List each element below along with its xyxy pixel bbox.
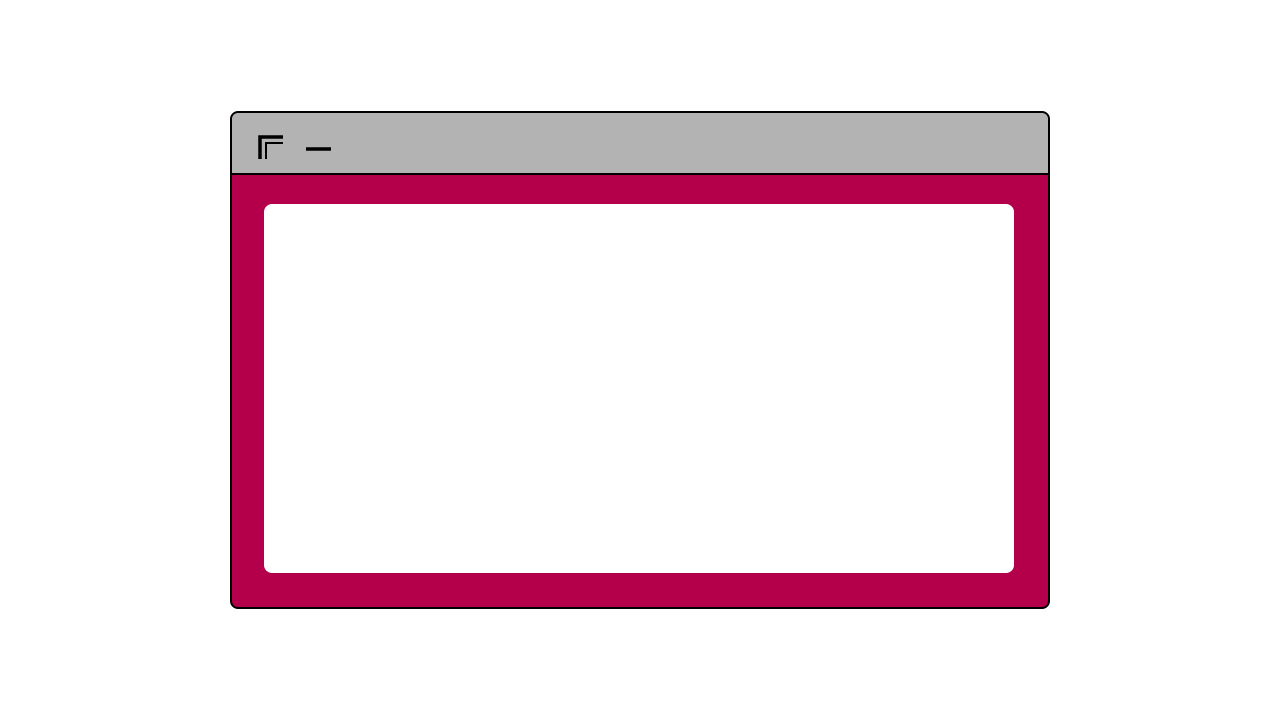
restore-icon: [258, 135, 283, 159]
app-window: [230, 111, 1050, 609]
minimize-icon: [306, 147, 331, 151]
window-body: [232, 175, 1048, 607]
content-panel: [264, 204, 1014, 573]
minimize-button[interactable]: [304, 133, 334, 163]
restore-button[interactable]: [256, 133, 286, 163]
title-bar[interactable]: [232, 113, 1048, 175]
